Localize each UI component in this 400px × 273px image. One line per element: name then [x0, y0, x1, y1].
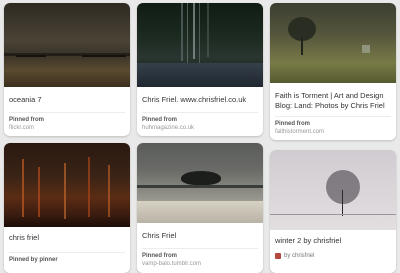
pin-card[interactable]: chris friel Pinned by pinner — [4, 143, 130, 273]
pin-description: winter 2 by chrisfriel — [275, 236, 342, 245]
pin-image[interactable] — [4, 3, 130, 87]
pinner-name[interactable]: by chrisfriel — [284, 253, 314, 259]
pin-source-link[interactable]: flickr.com — [9, 124, 125, 132]
pinned-by-label: Pinned by pinner — [9, 257, 58, 263]
pin-image[interactable] — [137, 3, 263, 87]
pin-card[interactable]: Faith is Torment | Art and Design Blog: … — [270, 3, 396, 140]
avatar[interactable] — [275, 253, 281, 259]
pinned-from-label: Pinned from — [9, 117, 45, 123]
pin-card[interactable]: Chris Friel. www.chrisfriel.co.uk Pinned… — [137, 3, 263, 136]
pin-card[interactable]: winter 2 by chrisfriel by chrisfriel — [270, 150, 396, 273]
pin-description: Chris Friel — [142, 231, 177, 240]
pin-description: chris friel — [9, 233, 40, 242]
pin-description: oceania 7 — [9, 95, 42, 104]
pin-card[interactable]: Chris Friel Pinned from vamp-balo.tumblr… — [137, 143, 263, 273]
pin-source-link[interactable]: vamp-balo.tumblr.com — [142, 260, 258, 268]
pin-attribution[interactable]: Pinned from huhmagazine.co.uk — [137, 113, 263, 132]
pinned-from-label: Pinned from — [275, 121, 311, 127]
pin-image[interactable] — [4, 143, 130, 227]
pin-attribution[interactable]: Pinned from flickr.com — [4, 113, 130, 132]
pinned-from-label: Pinned from — [142, 117, 178, 123]
pin-image[interactable] — [137, 143, 263, 223]
pin-attribution[interactable]: Pinned by pinner — [4, 253, 130, 264]
pin-source-link[interactable]: huhmagazine.co.uk — [142, 124, 258, 132]
pin-description: Chris Friel. www.chrisfriel.co.uk — [142, 95, 247, 104]
pinned-from-label: Pinned from — [142, 253, 178, 259]
pin-image[interactable] — [270, 3, 396, 83]
pin-attribution[interactable]: Pinned from faithistorment.com — [270, 117, 396, 136]
pin-source-link[interactable]: faithistorment.com — [275, 128, 391, 136]
pin-description: Faith is Torment | Art and Design Blog: … — [275, 91, 385, 110]
pin-image[interactable] — [270, 150, 396, 230]
pinner-attribution[interactable]: by chrisfriel — [270, 250, 396, 259]
pin-attribution[interactable]: Pinned from vamp-balo.tumblr.com — [137, 249, 263, 268]
pin-card[interactable]: oceania 7 Pinned from flickr.com — [4, 3, 130, 136]
